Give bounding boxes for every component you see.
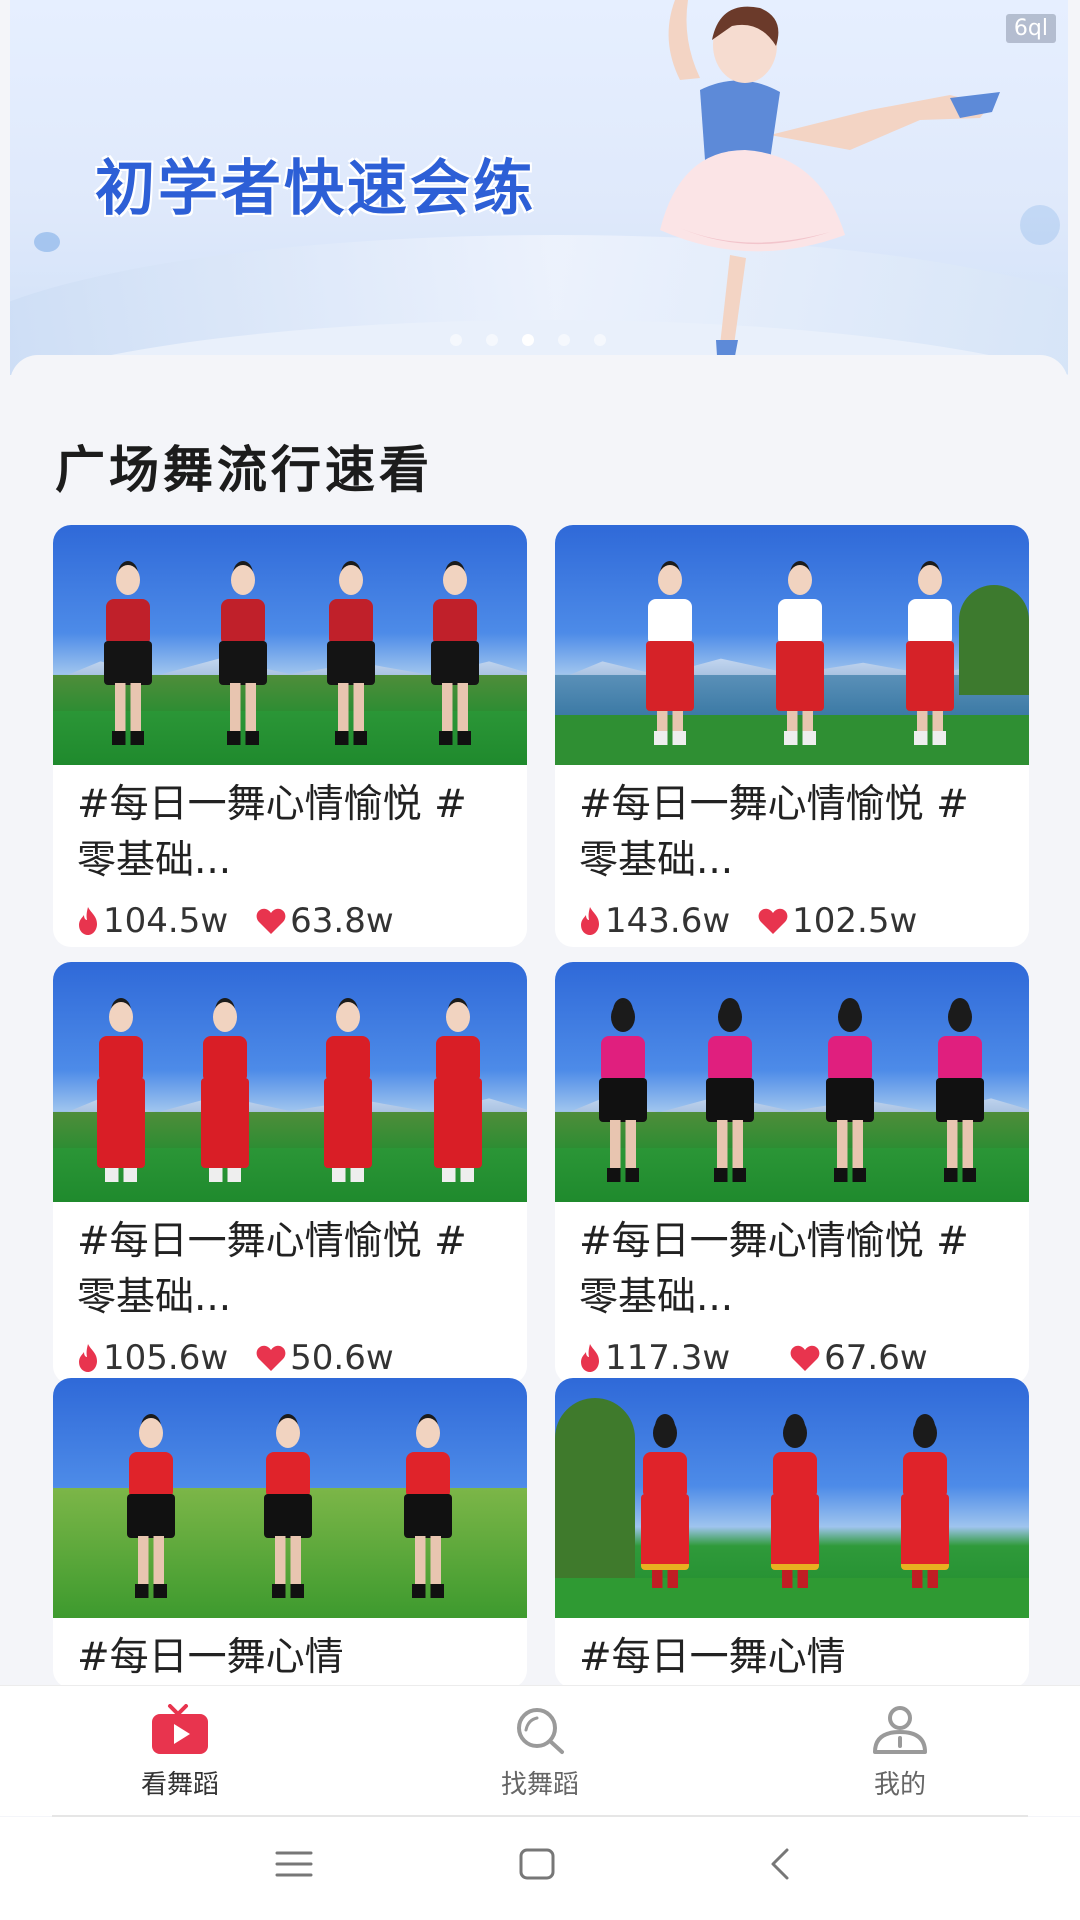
heart-icon xyxy=(790,1345,820,1371)
hot-count: 105.6w xyxy=(103,1338,229,1378)
nav-label: 看舞蹈 xyxy=(140,1770,219,1800)
nav-tab-watch-dance[interactable]: 看舞蹈 xyxy=(90,1704,270,1801)
video-title[interactable]: #每日一舞心情 xyxy=(77,1630,472,1686)
menu-icon[interactable] xyxy=(275,1847,313,1881)
video-stats: 143.6w 102.5w xyxy=(579,901,945,941)
carousel-indicator xyxy=(450,334,606,346)
hot-count: 104.5w xyxy=(103,901,229,941)
video-thumbnail[interactable] xyxy=(53,525,527,765)
section-title: 广场舞流行速看 xyxy=(55,441,433,499)
like-count: 63.8w xyxy=(290,901,394,941)
carousel-dot-active[interactable] xyxy=(522,334,534,346)
video-card[interactable]: #每日一舞心情 xyxy=(555,1378,1029,1688)
video-title[interactable]: #每日一舞心情愉悦 #零基础... xyxy=(579,777,974,889)
carousel-dot[interactable] xyxy=(486,334,498,346)
video-title[interactable]: #每日一舞心情 xyxy=(579,1630,974,1686)
carousel-dot[interactable] xyxy=(450,334,462,346)
user-icon xyxy=(873,1706,927,1754)
video-card[interactable]: #每日一舞心情愉悦 #零基础... 143.6w 102.5w xyxy=(555,525,1029,947)
fire-icon xyxy=(581,907,599,935)
video-title[interactable]: #每日一舞心情愉悦 #零基础... xyxy=(77,777,472,889)
home-icon[interactable] xyxy=(518,1847,556,1881)
fire-icon xyxy=(581,1344,599,1372)
video-card[interactable]: #每日一舞心情愉悦 #零基础... 104.5w 63.8w xyxy=(53,525,527,947)
heart-icon xyxy=(256,1345,286,1371)
banner-watermark-tag: 6ql xyxy=(1005,14,1056,43)
like-count: 67.6w xyxy=(824,1338,928,1378)
carousel-dot[interactable] xyxy=(558,334,570,346)
system-navigation-bar xyxy=(0,1817,1080,1920)
banner-carousel[interactable]: 初学者快速会练 6ql xyxy=(10,0,1068,375)
video-stats: 105.6w 50.6w xyxy=(77,1338,422,1378)
banner-bubble xyxy=(34,232,60,252)
nav-tab-mine[interactable]: 我的 xyxy=(810,1704,990,1801)
like-count: 50.6w xyxy=(290,1338,394,1378)
video-stats: 117.3w 67.6w xyxy=(579,1338,956,1378)
search-icon xyxy=(517,1708,564,1754)
video-card[interactable]: #每日一舞心情 xyxy=(53,1378,527,1688)
nav-label: 我的 xyxy=(873,1770,926,1800)
fire-icon xyxy=(79,1344,97,1372)
banner-title: 初学者快速会练 xyxy=(95,154,536,224)
video-thumbnail[interactable] xyxy=(53,1378,527,1618)
video-card[interactable]: #每日一舞心情愉悦 #零基础... 117.3w 67.6w xyxy=(555,962,1029,1384)
tv-play-icon xyxy=(152,1704,208,1754)
heart-icon xyxy=(256,908,286,934)
ballerina-illustration xyxy=(660,0,1000,372)
fire-icon xyxy=(79,907,97,935)
video-thumbnail[interactable] xyxy=(555,962,1029,1202)
video-card[interactable]: #每日一舞心情愉悦 #零基础... 105.6w 50.6w xyxy=(53,962,527,1384)
bottom-navigation: 看舞蹈 找舞蹈 我的 xyxy=(0,1685,1080,1816)
video-stats: 104.5w 63.8w xyxy=(77,901,422,941)
carousel-dot[interactable] xyxy=(594,334,606,346)
heart-icon xyxy=(758,908,788,934)
video-thumbnail[interactable] xyxy=(555,1378,1029,1618)
like-count: 102.5w xyxy=(792,901,918,941)
video-thumbnail[interactable] xyxy=(555,525,1029,765)
back-icon[interactable] xyxy=(765,1847,795,1881)
nav-tab-find-dance[interactable]: 找舞蹈 xyxy=(450,1704,630,1801)
video-title[interactable]: #每日一舞心情愉悦 #零基础... xyxy=(579,1214,974,1326)
hot-count: 143.6w xyxy=(605,901,731,941)
video-thumbnail[interactable] xyxy=(53,962,527,1202)
nav-label: 找舞蹈 xyxy=(500,1770,579,1800)
video-title[interactable]: #每日一舞心情愉悦 #零基础... xyxy=(77,1214,472,1326)
hot-count: 117.3w xyxy=(605,1338,731,1378)
